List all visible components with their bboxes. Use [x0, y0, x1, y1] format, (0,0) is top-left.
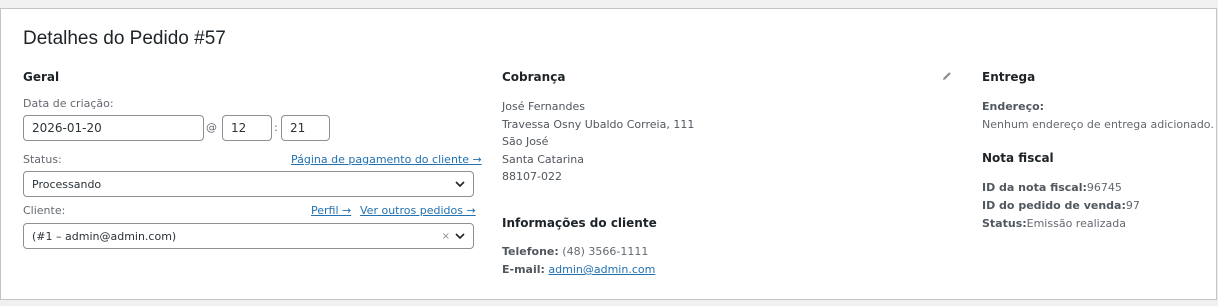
date-created-input[interactable]: 2026-01-20	[23, 115, 204, 141]
shipping-address-label: Endereço:	[982, 98, 1044, 116]
customer-payment-page-link[interactable]: Página de pagamento do cliente →	[291, 153, 482, 166]
billing-address-line: Santa Catarina	[502, 152, 585, 166]
billing-address-line: São José	[502, 135, 549, 148]
email-label: E-mail:	[502, 263, 545, 276]
invoice-status-value: Emissão realizada	[1026, 217, 1126, 230]
status-label: Status:	[23, 153, 62, 166]
phone-label: Telefone:	[502, 245, 559, 258]
customer-select[interactable]: (#1 – admin@admin.com) ×	[23, 223, 474, 249]
email-link[interactable]: admin@admin.com	[548, 263, 655, 276]
phone-row: Telefone: (48) 3566-1111	[502, 243, 648, 261]
shipping-heading: Entrega	[982, 70, 1036, 84]
customer-label: Cliente:	[23, 204, 66, 217]
date-created-label: Data de criação:	[23, 97, 114, 110]
billing-heading: Cobrança	[502, 70, 566, 84]
status-select[interactable]: Processando	[23, 171, 474, 197]
at-separator: @	[206, 121, 217, 134]
status-selected-value: Processando	[32, 178, 102, 191]
invoice-id-label: ID da nota fiscal:	[982, 181, 1087, 194]
invoice-id-row: ID da nota fiscal:96745	[982, 179, 1122, 197]
sales-order-id-row: ID do pedido de venda:97	[982, 197, 1140, 215]
customer-info-heading: Informações do cliente	[502, 216, 657, 230]
customer-selected-value: (#1 – admin@admin.com)	[32, 230, 177, 243]
chevron-down-icon	[455, 233, 465, 240]
order-details-panel: Detalhes do Pedido #57 Geral Data de cri…	[0, 8, 1217, 300]
pencil-icon[interactable]	[941, 70, 953, 82]
email-row: E-mail: admin@admin.com	[502, 261, 655, 279]
phone-value: (48) 3566-1111	[562, 245, 649, 258]
billing-address-line: 88107-022	[502, 170, 562, 183]
billing-address-line: Travessa Osny Ubaldo Correia, 111	[502, 117, 695, 131]
shipping-address-label-text: Endereço:	[982, 100, 1045, 113]
customer-profile-link[interactable]: Perfil →	[311, 204, 351, 217]
close-icon[interactable]: ×	[442, 230, 450, 243]
sales-order-id-value: 97	[1125, 199, 1140, 212]
invoice-status-label: Status:	[982, 217, 1027, 230]
billing-address: José Fernandes Travessa Osny Ubaldo Corr…	[502, 98, 694, 186]
time-separator: :	[274, 121, 278, 134]
hour-input[interactable]: 12	[222, 115, 272, 141]
sales-order-id-label: ID do pedido de venda:	[982, 199, 1126, 212]
invoice-id-value: 96745	[1086, 181, 1122, 194]
minute-input[interactable]: 21	[281, 115, 330, 141]
invoice-status-row: Status:Emissão realizada	[982, 215, 1126, 233]
general-heading: Geral	[23, 70, 60, 84]
chevron-down-icon	[455, 181, 465, 188]
billing-address-line: José Fernandes	[502, 100, 585, 113]
invoice-heading: Nota fiscal	[982, 151, 1054, 165]
shipping-address-value: Nenhum endereço de entrega adicionado.	[982, 118, 1214, 131]
view-other-orders-link[interactable]: Ver outros pedidos →	[360, 204, 476, 217]
page-title: Detalhes do Pedido #57	[23, 28, 226, 49]
